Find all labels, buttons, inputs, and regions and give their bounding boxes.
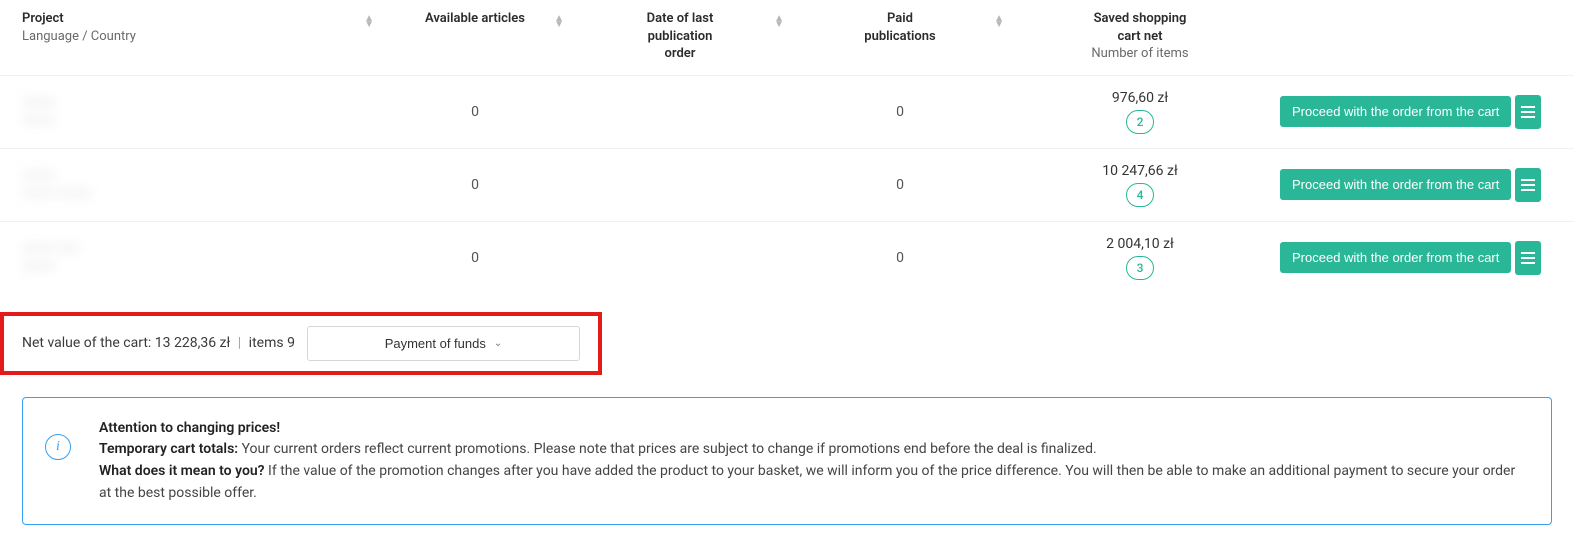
cart-item-count-pill: 3 — [1126, 256, 1154, 280]
info-alert: i Attention to changing prices! Temporar… — [22, 397, 1552, 526]
row-menu-button[interactable] — [1515, 168, 1541, 202]
info-line2-text: Your current orders reflect current prom… — [242, 441, 1097, 457]
sort-icon[interactable]: ▲▼ — [364, 16, 374, 28]
proceed-order-button[interactable]: Proceed with the order from the cart — [1280, 242, 1511, 273]
proceed-order-button[interactable]: Proceed with the order from the cart — [1280, 96, 1511, 127]
project-cell: ——— ——— — [0, 76, 380, 148]
cart-net-price: 2 004,10 zł — [1106, 236, 1174, 252]
cart-net-label: Net value of the cart: — [22, 335, 155, 351]
table-header-row: Project Language / Country ▲▼ Available … — [0, 0, 1574, 75]
date-cell — [570, 222, 790, 294]
available-cell: 0 — [380, 222, 570, 294]
info-line3-bold: What does it mean to you? — [99, 463, 268, 479]
row-menu-button[interactable] — [1515, 241, 1541, 275]
chevron-down-icon: ⌄ — [494, 338, 502, 349]
projects-table: Project Language / Country ▲▼ Available … — [0, 0, 1574, 294]
col-header-available[interactable]: Available articles ▲▼ — [380, 10, 570, 63]
cart-items-count: 9 — [287, 335, 295, 351]
table-row: ——— —— ——— 0 0 2 004,10 zł 3 Proceed wit… — [0, 221, 1574, 294]
date-cell — [570, 76, 790, 148]
available-cell: 0 — [380, 149, 570, 221]
sort-icon[interactable]: ▲▼ — [774, 16, 784, 28]
col-header-paid-l2: publications — [800, 28, 1000, 46]
info-line2-bold: Temporary cart totals: — [99, 441, 242, 457]
action-cell: Proceed with the order from the cart — [1270, 76, 1550, 148]
row-menu-button[interactable] — [1515, 95, 1541, 129]
project-title: ——— —— — [22, 241, 80, 257]
col-header-paid-l1: Paid — [800, 10, 1000, 28]
saved-cell: 10 247,66 zł 4 — [1010, 149, 1270, 221]
table-row: ——— ——— ——— 0 0 10 247,66 zł 4 Proceed w… — [0, 148, 1574, 221]
sort-icon[interactable]: ▲▼ — [554, 16, 564, 28]
info-line3-text: If the value of the promotion changes af… — [99, 463, 1515, 501]
col-header-paid[interactable]: Paid publications ▲▼ — [790, 10, 1010, 63]
proceed-order-button[interactable]: Proceed with the order from the cart — [1280, 169, 1511, 200]
saved-cell: 2 004,10 zł 3 — [1010, 222, 1270, 294]
col-header-date-l2: publication — [580, 28, 780, 46]
cart-items-label: items — [249, 335, 287, 351]
col-header-action — [1270, 10, 1550, 63]
cart-summary-text: Net value of the cart: 13 228,36 zł | it… — [22, 335, 295, 351]
col-header-available-label: Available articles — [390, 10, 560, 28]
table-row: ——— ——— 0 0 976,60 zł 2 Proceed with the… — [0, 75, 1574, 148]
col-header-date-l3: order — [580, 45, 780, 63]
col-header-project-sub: Language / Country — [22, 28, 370, 46]
project-title: ——— — [22, 168, 91, 184]
col-header-project-label: Project — [22, 10, 370, 28]
paid-cell: 0 — [790, 76, 1010, 148]
cart-summary-highlighted: Net value of the cart: 13 228,36 zł | it… — [0, 312, 602, 375]
paid-cell: 0 — [790, 222, 1010, 294]
col-header-saved: Saved shopping cart net Number of items — [1010, 10, 1270, 63]
project-title: ——— — [22, 95, 55, 111]
col-header-project[interactable]: Project Language / Country ▲▼ — [0, 10, 380, 63]
hamburger-icon — [1521, 252, 1535, 264]
col-header-saved-l2: cart net — [1020, 28, 1260, 46]
info-text: Attention to changing prices! Temporary … — [99, 418, 1529, 505]
action-cell: Proceed with the order from the cart — [1270, 222, 1550, 294]
col-header-date[interactable]: Date of last publication order ▲▼ — [570, 10, 790, 63]
cart-net-value: 13 228,36 zł — [155, 335, 231, 351]
action-cell: Proceed with the order from the cart — [1270, 149, 1550, 221]
project-cell: ——— ——— ——— — [0, 149, 380, 221]
cart-net-price: 10 247,66 zł — [1102, 163, 1178, 179]
cart-net-price: 976,60 zł — [1112, 90, 1168, 106]
saved-cell: 976,60 zł 2 — [1010, 76, 1270, 148]
info-line1-bold: Attention to changing prices! — [99, 420, 280, 436]
project-sub: ——— ——— — [22, 186, 91, 202]
col-header-saved-sub: Number of items — [1020, 45, 1260, 63]
col-header-date-l1: Date of last — [580, 10, 780, 28]
sort-icon[interactable]: ▲▼ — [994, 16, 1004, 28]
paid-cell: 0 — [790, 149, 1010, 221]
separator: | — [238, 335, 241, 351]
col-header-saved-l1: Saved shopping — [1020, 10, 1260, 28]
info-icon: i — [45, 434, 71, 460]
project-cell: ——— —— ——— — [0, 222, 380, 294]
hamburger-icon — [1521, 106, 1535, 118]
payment-of-funds-dropdown[interactable]: Payment of funds ⌄ — [307, 326, 580, 361]
cart-item-count-pill: 4 — [1126, 183, 1154, 207]
available-cell: 0 — [380, 76, 570, 148]
project-sub: ——— — [22, 259, 80, 275]
project-sub: ——— — [22, 113, 55, 129]
payment-of-funds-label: Payment of funds — [385, 336, 486, 351]
hamburger-icon — [1521, 179, 1535, 191]
cart-item-count-pill: 2 — [1126, 110, 1154, 134]
date-cell — [570, 149, 790, 221]
